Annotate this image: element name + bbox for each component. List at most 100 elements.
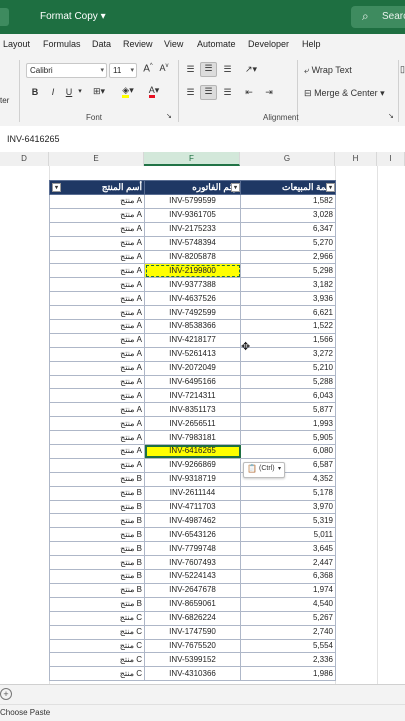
column-header-g[interactable]: G (240, 152, 335, 166)
increase-indent-icon[interactable]: ⇥ (262, 87, 276, 98)
sales-cell[interactable]: 4,540 (240, 596, 336, 612)
sales-cell[interactable]: 5,319 (240, 513, 336, 529)
invoice-cell[interactable]: INV-2611144 (144, 485, 241, 501)
invoice-cell[interactable]: INV-9318719 (144, 471, 241, 487)
sales-cell[interactable]: 6,368 (240, 569, 336, 584)
sales-cell[interactable]: 6,621 (240, 305, 336, 321)
product-cell[interactable]: منتج B (49, 541, 145, 557)
product-cell[interactable]: منتج A (49, 263, 145, 279)
invoice-cell[interactable]: INV-4310366 (144, 666, 241, 682)
product-cell[interactable]: منتج A (49, 346, 145, 362)
invoice-cell[interactable]: INV-5748394 (144, 235, 241, 251)
product-cell[interactable]: منتج A (49, 430, 145, 446)
sales-cell[interactable]: 5,298 (240, 263, 336, 279)
sales-cell[interactable]: 1,974 (240, 582, 336, 598)
product-cell[interactable]: منتج C (49, 652, 145, 668)
product-cell[interactable]: منتج C (49, 610, 145, 626)
wrap-text-button[interactable]: ⤶ Wrap Text (304, 65, 352, 76)
chevron-down-icon[interactable]: ▾ (76, 87, 84, 95)
product-cell[interactable]: منتج C (49, 624, 145, 640)
column-header-i[interactable]: I (377, 152, 405, 166)
file-menu-button[interactable] (0, 8, 9, 26)
decrease-font-icon[interactable]: Av (158, 63, 170, 73)
sales-cell[interactable]: 6,347 (240, 221, 336, 237)
invoice-cell[interactable]: INV-8351173 (144, 402, 241, 418)
invoice-cell[interactable]: INV-6826224 (144, 610, 241, 626)
invoice-cell[interactable]: INV-4987462 (144, 513, 241, 529)
invoice-cell[interactable]: INV-4637526 (144, 291, 241, 307)
add-sheet-icon[interactable]: + (0, 688, 12, 700)
header-invoice[interactable]: رقم الفاتوره ▾ (144, 180, 241, 195)
merge-center-button[interactable]: ⊟ Merge & Center ▾ (304, 88, 385, 99)
invoice-cell[interactable]: INV-7492599 (144, 305, 241, 321)
invoice-cell[interactable]: INV-7983181 (144, 430, 241, 446)
invoice-cell[interactable]: INV-2175233 (144, 221, 241, 237)
product-cell[interactable]: منتج A (49, 360, 145, 376)
product-cell[interactable]: منتج A (49, 207, 145, 223)
product-cell[interactable]: منتج B (49, 555, 145, 571)
sales-cell[interactable]: 1,522 (240, 319, 336, 334)
sales-cell[interactable]: 2,740 (240, 624, 336, 640)
filter-dropdown-icon[interactable]: ▾ (326, 183, 335, 192)
invoice-cell[interactable]: INV-8205878 (144, 249, 241, 265)
product-cell[interactable]: منتج A (49, 374, 145, 390)
sales-cell[interactable]: 3,182 (240, 277, 336, 293)
align-middle-icon[interactable]: ☰ (200, 62, 217, 77)
search-box[interactable]: ⌕ Search (351, 6, 405, 28)
sales-cell[interactable]: 5,905 (240, 430, 336, 446)
sales-cell[interactable]: 2,966 (240, 249, 336, 265)
borders-icon[interactable]: ⊞▾ (91, 86, 107, 97)
product-cell[interactable]: منتج A (49, 332, 145, 348)
column-header-d[interactable]: D (0, 152, 49, 166)
invoice-cell[interactable]: INV-9377388 (144, 277, 241, 293)
number-format-partial[interactable]: ▯ (400, 64, 405, 75)
sales-cell[interactable]: 3,970 (240, 499, 336, 515)
product-cell[interactable]: منتج B (49, 527, 145, 543)
sales-cell[interactable]: 1,993 (240, 416, 336, 432)
paste-options-button[interactable]: 📋 (Ctrl) ▾ (243, 462, 285, 478)
sales-cell[interactable]: 6,080 (240, 444, 336, 459)
invoice-cell[interactable]: INV-7799748 (144, 541, 241, 557)
sales-cell[interactable]: 5,210 (240, 360, 336, 376)
product-cell[interactable]: منتج A (49, 416, 145, 432)
align-top-icon[interactable]: ☰ (184, 64, 197, 75)
sales-cell[interactable]: 2,447 (240, 555, 336, 571)
product-cell[interactable]: منتج A (49, 402, 145, 418)
column-header-h[interactable]: H (335, 152, 377, 166)
invoice-cell[interactable]: INV-5261413 (144, 346, 241, 362)
invoice-cell[interactable]: INV-4218177 (144, 332, 241, 348)
invoice-cell[interactable]: INV-5224143 (144, 569, 241, 584)
orientation-icon[interactable]: ↗▾ (240, 64, 262, 75)
invoice-cell[interactable]: INV-9266869 (144, 457, 241, 473)
invoice-cell[interactable]: INV-4711703 (144, 499, 241, 515)
underline-button[interactable]: U (64, 87, 74, 97)
tab-developer[interactable]: Developer (248, 39, 289, 49)
sales-cell[interactable]: 5,267 (240, 610, 336, 626)
product-cell[interactable]: منتج A (49, 319, 145, 334)
column-header-e[interactable]: E (49, 152, 144, 166)
sales-cell[interactable]: 5,877 (240, 402, 336, 418)
product-cell[interactable]: منتج B (49, 582, 145, 598)
filter-dropdown-icon[interactable]: ▾ (52, 183, 61, 192)
product-cell[interactable]: منتج B (49, 499, 145, 515)
product-cell[interactable]: منتج B (49, 471, 145, 487)
name-box[interactable]: INV-6416265 (7, 134, 60, 144)
tab-help[interactable]: Help (302, 39, 321, 49)
worksheet-grid[interactable]: أسم المنتج ▾ رقم الفاتوره ▾ قيمة المبيعا… (0, 166, 405, 684)
sales-cell[interactable]: 5,178 (240, 485, 336, 501)
sales-cell[interactable]: 5,011 (240, 527, 336, 543)
sales-cell[interactable]: 3,645 (240, 541, 336, 557)
invoice-cell[interactable]: INV-5399152 (144, 652, 241, 668)
header-sales[interactable]: قيمة المبيعات ▾ (240, 180, 336, 195)
invoice-cell[interactable]: INV-6495166 (144, 374, 241, 390)
sales-cell[interactable]: 2,336 (240, 652, 336, 668)
bold-button[interactable]: B (30, 87, 40, 97)
invoice-cell[interactable]: INV-5799599 (144, 194, 241, 209)
column-header-f[interactable]: F (144, 152, 240, 166)
invoice-cell[interactable]: INV-6416265 (144, 444, 241, 459)
increase-font-icon[interactable]: A^ (142, 63, 154, 74)
product-cell[interactable]: منتج A (49, 291, 145, 307)
fill-color-icon[interactable]: ◈▾ (120, 85, 136, 98)
product-cell[interactable]: منتج A (49, 457, 145, 473)
sales-cell[interactable]: 3,272 (240, 346, 336, 362)
